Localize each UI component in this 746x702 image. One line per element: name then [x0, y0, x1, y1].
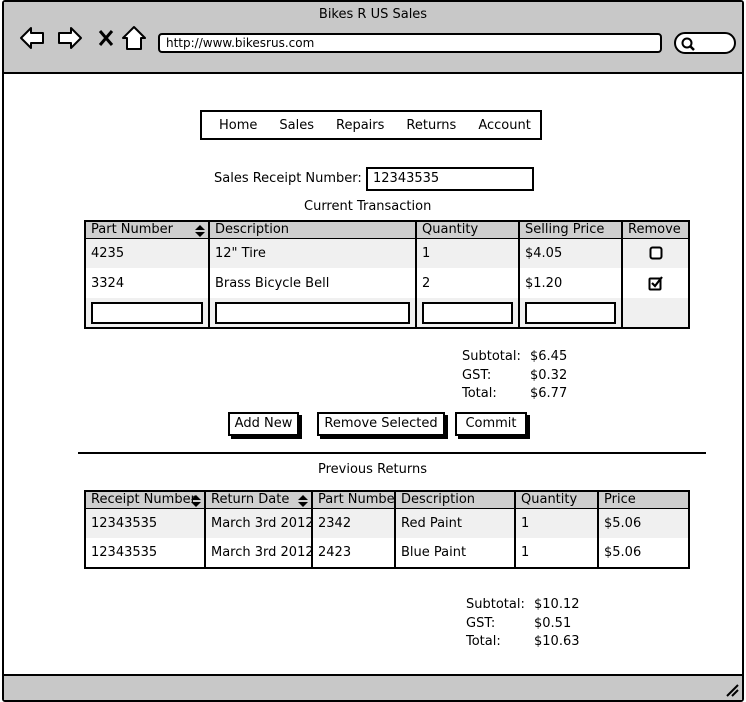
- home-icon[interactable]: [120, 24, 148, 52]
- column-header-receipt-number[interactable]: Receipt Number: [85, 491, 205, 509]
- column-header-part-number: Part Number: [311, 491, 395, 509]
- receipt-number-input[interactable]: 12343535: [366, 167, 534, 191]
- total-value: $10.63: [534, 634, 580, 649]
- new-quantity-input[interactable]: [422, 301, 513, 324]
- main-menu: Home Sales Repairs Returns Account: [200, 110, 542, 140]
- current-transaction-title: Current Transaction: [304, 199, 432, 214]
- remove-cell: [621, 238, 689, 268]
- forward-arrow-icon[interactable]: [56, 24, 84, 52]
- quantity-cell: 1: [514, 508, 598, 538]
- back-arrow-icon[interactable]: [18, 24, 46, 52]
- browser-window: Bikes R US Sales http://www.bikesrus.com…: [2, 0, 744, 702]
- price-cell: $5.06: [597, 508, 689, 538]
- new-part-number-input[interactable]: [91, 301, 203, 324]
- resize-grip-icon[interactable]: [724, 682, 740, 698]
- remove-cell: [621, 268, 689, 298]
- current-totals: Subtotal: $6.45 GST: $0.32 Total: $6.77: [462, 348, 567, 404]
- browser-toolbar: Bikes R US Sales http://www.bikesrus.com: [4, 2, 742, 74]
- previous-totals: Subtotal: $10.12 GST: $0.51 Total: $10.63: [466, 596, 580, 652]
- subtotal-label: Subtotal:: [462, 349, 521, 364]
- part-number-cell: 2342: [311, 508, 395, 538]
- gst-label: GST:: [466, 615, 496, 631]
- commit-button[interactable]: Commit: [455, 412, 527, 436]
- column-header-quantity: Quantity: [415, 221, 519, 239]
- column-header-part-number[interactable]: Part Number: [85, 221, 209, 239]
- table-header-row: Receipt Number Return Date Part Number D…: [85, 491, 689, 509]
- status-bar: [4, 674, 742, 700]
- return-date-cell: March 3rd 2012: [204, 508, 312, 538]
- return-date-cell: March 3rd 2012: [204, 538, 312, 568]
- column-header-description: Description: [394, 491, 515, 509]
- new-description-input[interactable]: [215, 301, 410, 324]
- quantity-cell: 1: [514, 538, 598, 568]
- column-header-selling-price: Selling Price: [518, 221, 622, 239]
- menu-item-account[interactable]: Account: [478, 118, 531, 133]
- column-header-remove: Remove: [621, 221, 689, 239]
- part-number-cell: 2423: [311, 538, 395, 568]
- description-cell: Brass Bicycle Bell: [208, 268, 416, 298]
- receipt-number-cell: 12343535: [85, 508, 205, 538]
- table-row[interactable]: 4235 12" Tire 1 $4.05: [85, 238, 689, 268]
- new-price-input[interactable]: [525, 301, 616, 324]
- search-icon: [681, 37, 695, 51]
- add-new-button[interactable]: Add New: [228, 412, 299, 436]
- sort-icon[interactable]: [298, 495, 308, 507]
- total-value: $6.77: [530, 386, 568, 401]
- remove-selected-button[interactable]: Remove Selected: [317, 412, 445, 436]
- remove-checkbox-checked-icon[interactable]: [648, 275, 664, 291]
- quantity-cell: 1: [415, 238, 519, 268]
- search-field[interactable]: [674, 32, 736, 54]
- total-label: Total:: [466, 634, 501, 649]
- description-cell: Red Paint: [394, 508, 515, 538]
- menu-item-repairs[interactable]: Repairs: [336, 118, 384, 133]
- price-cell: $4.05: [518, 238, 622, 268]
- column-header-description: Description: [208, 221, 416, 239]
- gst-value: $0.51: [534, 615, 572, 631]
- description-cell: 12" Tire: [208, 238, 416, 268]
- description-cell: Blue Paint: [394, 538, 515, 568]
- remove-checkbox-unchecked-icon[interactable]: [649, 246, 663, 260]
- subtotal-value: $10.12: [534, 597, 580, 612]
- quantity-cell: 2: [415, 268, 519, 298]
- receipt-number-cell: 12343535: [85, 538, 205, 568]
- price-cell: $1.20: [518, 268, 622, 298]
- part-number-cell: 4235: [85, 238, 209, 268]
- table-row[interactable]: 3324 Brass Bicycle Bell 2 $1.20: [85, 268, 689, 298]
- table-row[interactable]: 12343535 March 3rd 2012 2423 Blue Paint …: [85, 538, 689, 568]
- previous-returns-table: Receipt Number Return Date Part Number D…: [84, 490, 690, 569]
- subtotal-value: $6.45: [530, 349, 568, 364]
- new-entry-row: [85, 298, 689, 328]
- table-header-row: Part Number Description Quantity Selling…: [85, 221, 689, 239]
- price-cell: $5.06: [597, 538, 689, 568]
- column-header-return-date[interactable]: Return Date: [204, 491, 312, 509]
- receipt-number-label: Sales Receipt Number:: [214, 171, 362, 186]
- address-bar[interactable]: http://www.bikesrus.com: [158, 33, 662, 53]
- sort-icon[interactable]: [191, 495, 201, 507]
- menu-item-home[interactable]: Home: [219, 118, 257, 133]
- sort-icon[interactable]: [195, 225, 205, 237]
- section-divider: [78, 452, 706, 454]
- gst-value: $0.32: [530, 367, 568, 383]
- window-title: Bikes R US Sales: [318, 7, 428, 22]
- menu-item-returns[interactable]: Returns: [406, 118, 456, 133]
- part-number-cell: 3324: [85, 268, 209, 298]
- menu-item-sales[interactable]: Sales: [279, 118, 314, 133]
- table-row[interactable]: 12343535 March 3rd 2012 2342 Red Paint 1…: [85, 508, 689, 538]
- current-transaction-table: Part Number Description Quantity Selling…: [84, 220, 690, 329]
- column-header-quantity: Quantity: [514, 491, 598, 509]
- stop-close-icon[interactable]: [93, 24, 121, 52]
- total-label: Total:: [462, 386, 497, 401]
- column-header-price: Price: [597, 491, 689, 509]
- subtotal-label: Subtotal:: [466, 597, 525, 612]
- gst-label: GST:: [462, 367, 492, 383]
- previous-returns-title: Previous Returns: [318, 462, 427, 477]
